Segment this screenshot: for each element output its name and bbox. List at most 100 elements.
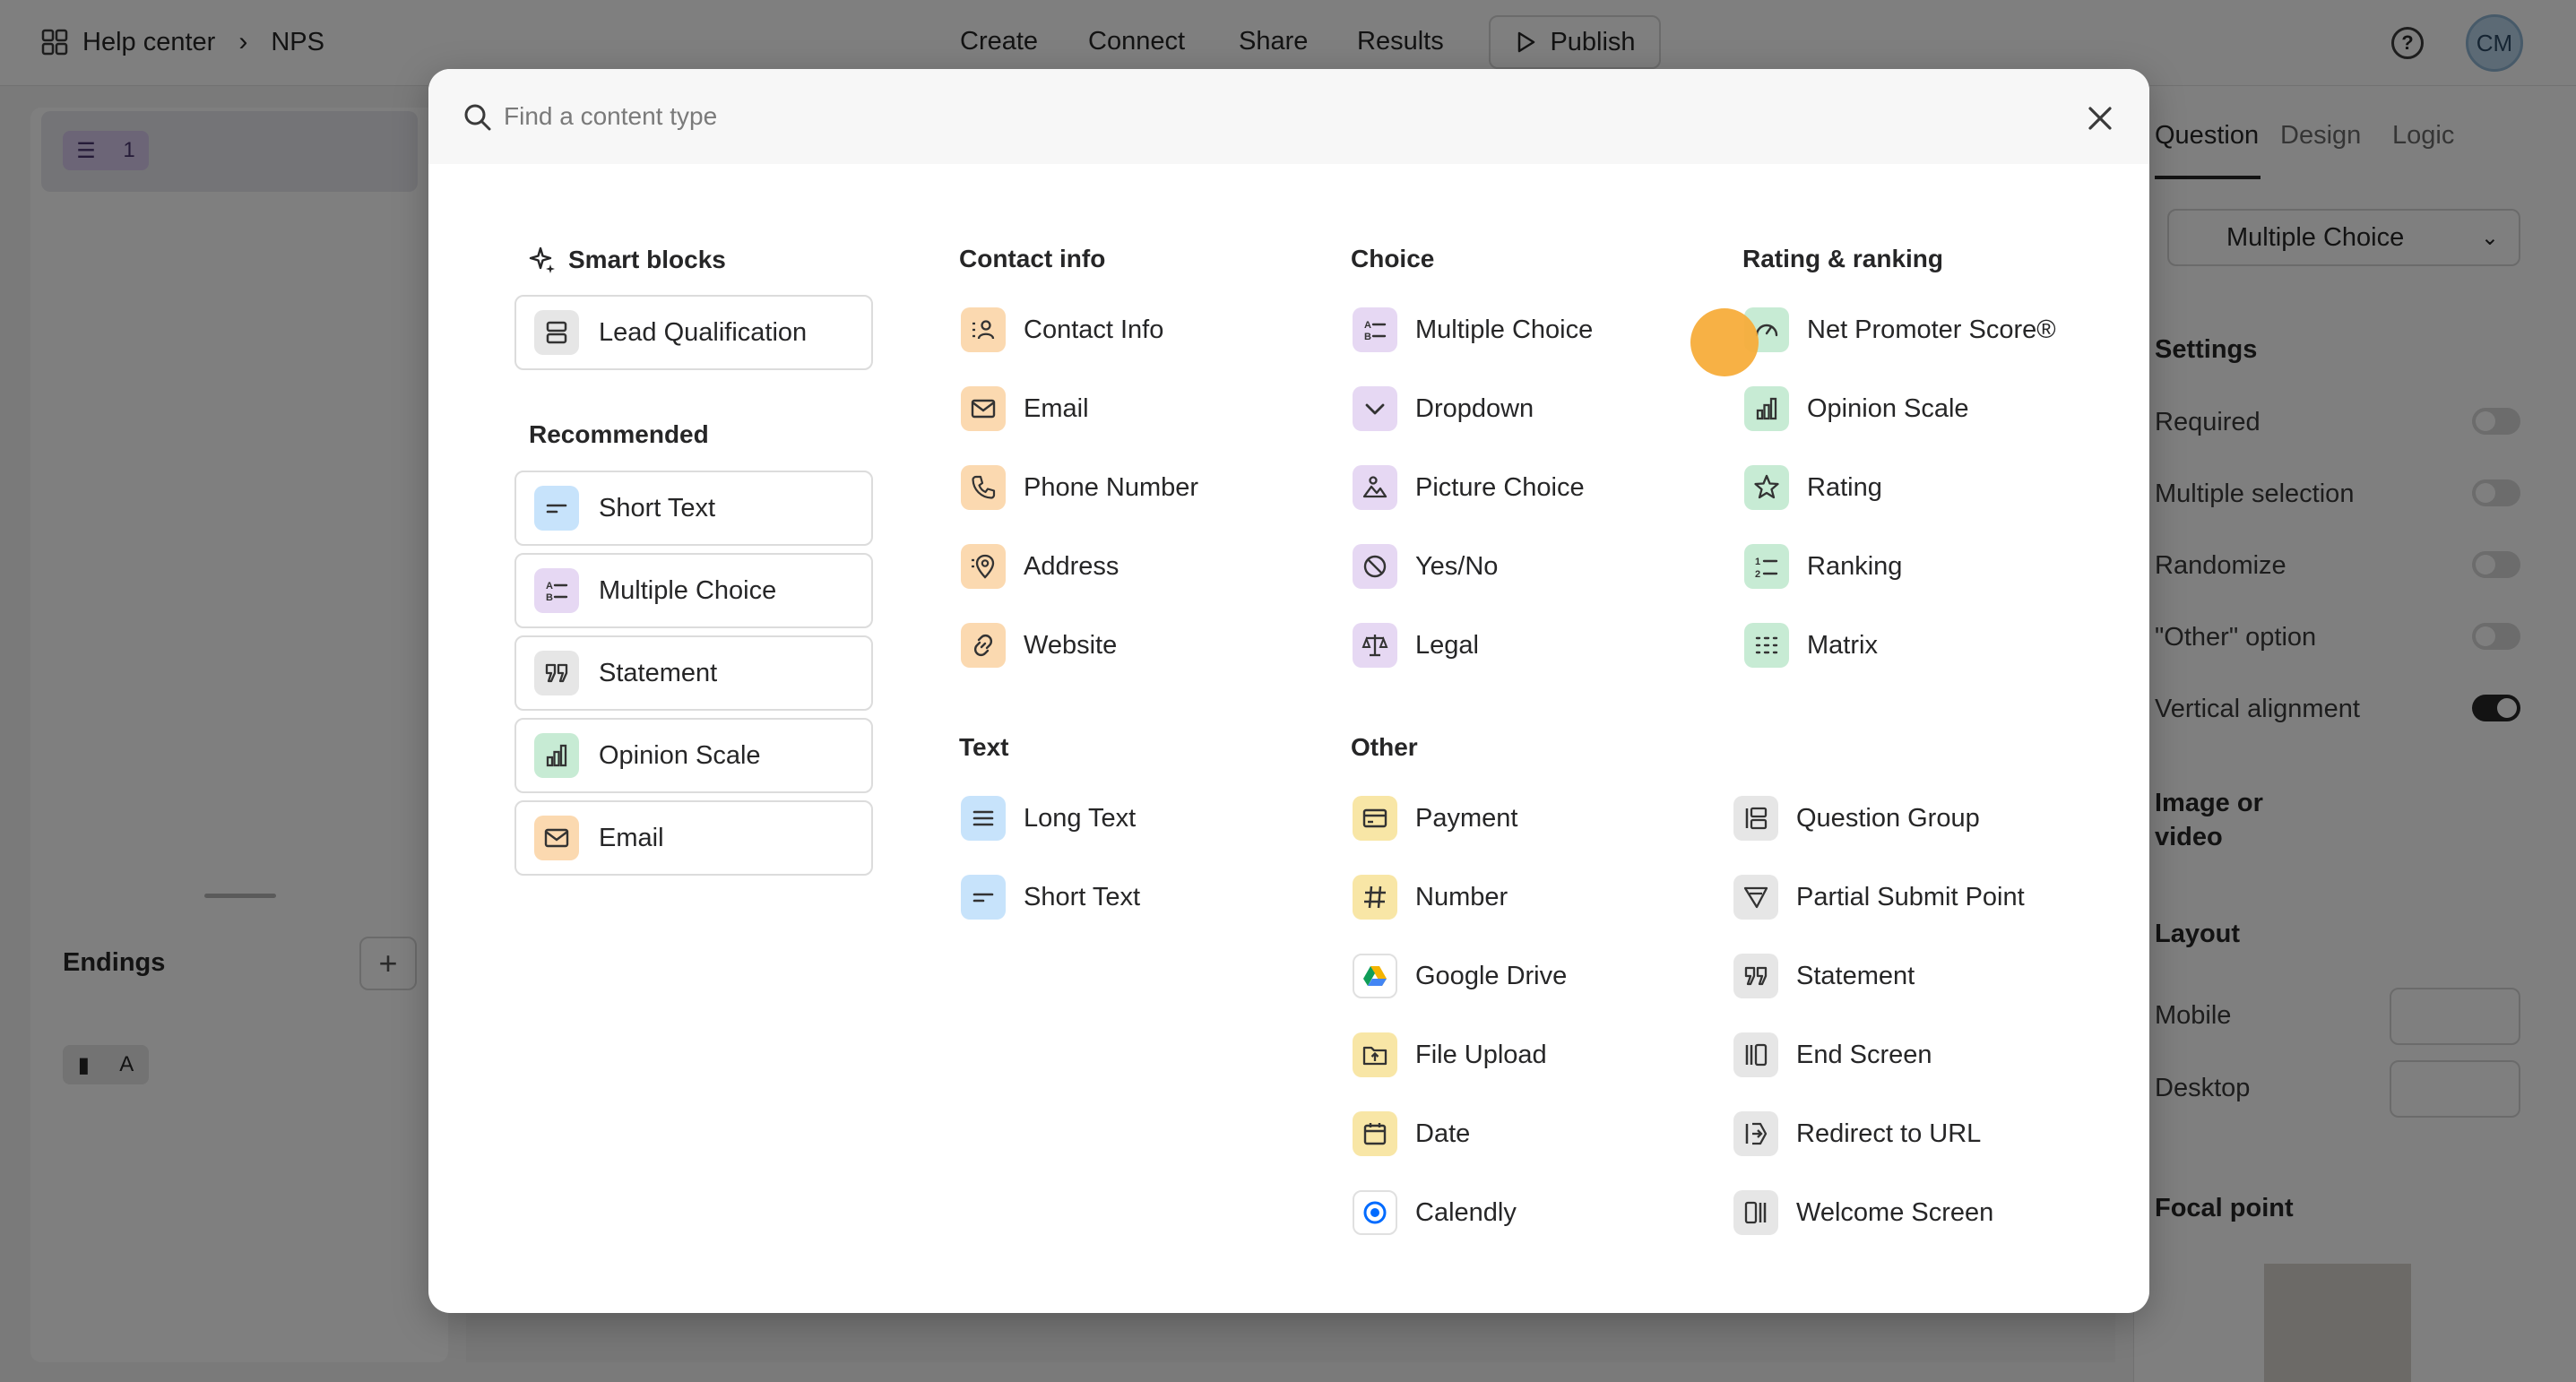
option-label: Multiple Choice — [599, 575, 777, 605]
ranking-option[interactable]: 12 Ranking — [1744, 538, 1902, 595]
matrix-icon — [1744, 623, 1789, 668]
phone-number-option[interactable]: Phone Number — [961, 459, 1198, 516]
ranking-icon: 12 — [1744, 544, 1789, 589]
question-group-icon — [1733, 796, 1778, 841]
opinion-scale-option[interactable]: Opinion Scale — [1744, 380, 1969, 437]
recommended-email-option[interactable]: Email — [514, 800, 873, 876]
yes-no-icon — [1353, 544, 1397, 589]
long-text-option[interactable]: Long Text — [961, 790, 1136, 847]
svg-text:A: A — [1364, 320, 1371, 331]
svg-text:A: A — [546, 581, 553, 592]
phone-icon — [961, 465, 1006, 510]
svg-text:2: 2 — [1755, 569, 1760, 580]
svg-text:B: B — [1364, 332, 1371, 342]
address-option[interactable]: Address — [961, 538, 1119, 595]
question-group-option[interactable]: Question Group — [1733, 790, 1980, 847]
option-label: Matrix — [1807, 630, 1878, 660]
option-label: Long Text — [1024, 803, 1137, 833]
option-label: Google Drive — [1415, 961, 1568, 990]
option-label: Net Promoter Score® — [1807, 315, 2056, 344]
email-option[interactable]: Email — [961, 380, 1089, 437]
option-label: Date — [1415, 1119, 1471, 1148]
cursor-indicator — [1690, 308, 1759, 376]
hash-icon — [1353, 875, 1397, 920]
calendly-option[interactable]: Calendly — [1353, 1184, 1517, 1241]
text-title: Text — [959, 733, 1009, 761]
lead-qualification-icon — [534, 310, 579, 355]
rating-option[interactable]: Rating — [1744, 459, 1882, 516]
option-label: Address — [1024, 551, 1119, 581]
bar-chart-icon — [1744, 386, 1789, 431]
multiple-choice-icon: AB — [1353, 307, 1397, 352]
option-label: Statement — [599, 658, 718, 687]
bar-chart-icon — [534, 733, 579, 778]
website-option[interactable]: Website — [961, 617, 1117, 674]
option-label: Website — [1024, 630, 1118, 660]
recommended-statement-option[interactable]: Statement — [514, 635, 873, 711]
option-label: Phone Number — [1024, 472, 1199, 502]
option-label: Contact Info — [1024, 315, 1164, 344]
svg-text:B: B — [546, 592, 553, 603]
picture-choice-option[interactable]: Picture Choice — [1353, 459, 1585, 516]
smart-blocks-title-text: Smart blocks — [568, 246, 726, 273]
multiple-choice-option[interactable]: AB Multiple Choice — [1353, 301, 1593, 358]
quote-icon — [1733, 954, 1778, 998]
close-icon[interactable] — [2083, 101, 2117, 135]
option-label: Picture Choice — [1415, 472, 1585, 502]
short-text-option[interactable]: Short Text — [961, 868, 1140, 926]
payment-option[interactable]: Payment — [1353, 790, 1517, 847]
redirect-to-url-option[interactable]: Redirect to URL — [1733, 1105, 1981, 1162]
option-label: Payment — [1415, 803, 1518, 833]
option-label: Partial Submit Point — [1796, 882, 2025, 911]
short-text-icon — [961, 875, 1006, 920]
matrix-option[interactable]: Matrix — [1744, 617, 1878, 674]
statement-option[interactable]: Statement — [1733, 947, 1915, 1005]
option-label: Yes/No — [1415, 551, 1499, 581]
envelope-icon — [534, 816, 579, 860]
choice-title: Choice — [1351, 245, 1435, 272]
option-label: Opinion Scale — [599, 740, 761, 770]
google-drive-option[interactable]: Google Drive — [1353, 947, 1567, 1005]
link-icon — [961, 623, 1006, 668]
date-option[interactable]: Date — [1353, 1105, 1470, 1162]
google-drive-icon — [1353, 954, 1397, 998]
recommended-opinion-scale-option[interactable]: Opinion Scale — [514, 718, 873, 793]
lead-qualification-option[interactable]: Lead Qualification — [514, 295, 873, 370]
welcome-screen-icon — [1733, 1190, 1778, 1235]
option-label: Email — [599, 823, 664, 852]
long-text-icon — [961, 796, 1006, 841]
calendar-icon — [1353, 1111, 1397, 1156]
dropdown-option[interactable]: Dropdown — [1353, 380, 1534, 437]
funnel-icon — [1733, 875, 1778, 920]
contact-info-title: Contact info — [959, 245, 1106, 272]
number-option[interactable]: Number — [1353, 868, 1508, 926]
yes-no-option[interactable]: Yes/No — [1353, 538, 1498, 595]
search-input[interactable] — [504, 94, 1759, 139]
file-upload-option[interactable]: File Upload — [1353, 1026, 1547, 1084]
location-pin-icon — [961, 544, 1006, 589]
recommended-multiple-choice-option[interactable]: AB Multiple Choice — [514, 553, 873, 628]
quote-icon — [534, 651, 579, 695]
option-label: Opinion Scale — [1807, 393, 1969, 423]
option-label: Lead Qualification — [599, 317, 808, 347]
redirect-icon — [1733, 1111, 1778, 1156]
search-icon — [464, 104, 491, 131]
calendly-icon — [1353, 1190, 1397, 1235]
contact-card-icon — [961, 307, 1006, 352]
legal-option[interactable]: Legal — [1353, 617, 1479, 674]
recommended-title: Recommended — [529, 420, 709, 448]
scales-icon — [1353, 623, 1397, 668]
welcome-screen-option[interactable]: Welcome Screen — [1733, 1184, 1993, 1241]
contact-info-option[interactable]: Contact Info — [961, 301, 1163, 358]
option-label: Welcome Screen — [1796, 1197, 1994, 1227]
chevron-down-icon — [1353, 386, 1397, 431]
net-promoter-score-option[interactable]: Net Promoter Score® — [1744, 301, 2056, 358]
recommended-short-text-option[interactable]: Short Text — [514, 471, 873, 546]
option-label: Rating — [1807, 472, 1882, 502]
option-label: Statement — [1796, 961, 1915, 990]
partial-submit-point-option[interactable]: Partial Submit Point — [1733, 868, 2025, 926]
modal-header — [428, 69, 2149, 164]
option-label: Short Text — [1024, 882, 1141, 911]
end-screen-option[interactable]: End Screen — [1733, 1026, 1932, 1084]
option-label: Ranking — [1807, 551, 1903, 581]
